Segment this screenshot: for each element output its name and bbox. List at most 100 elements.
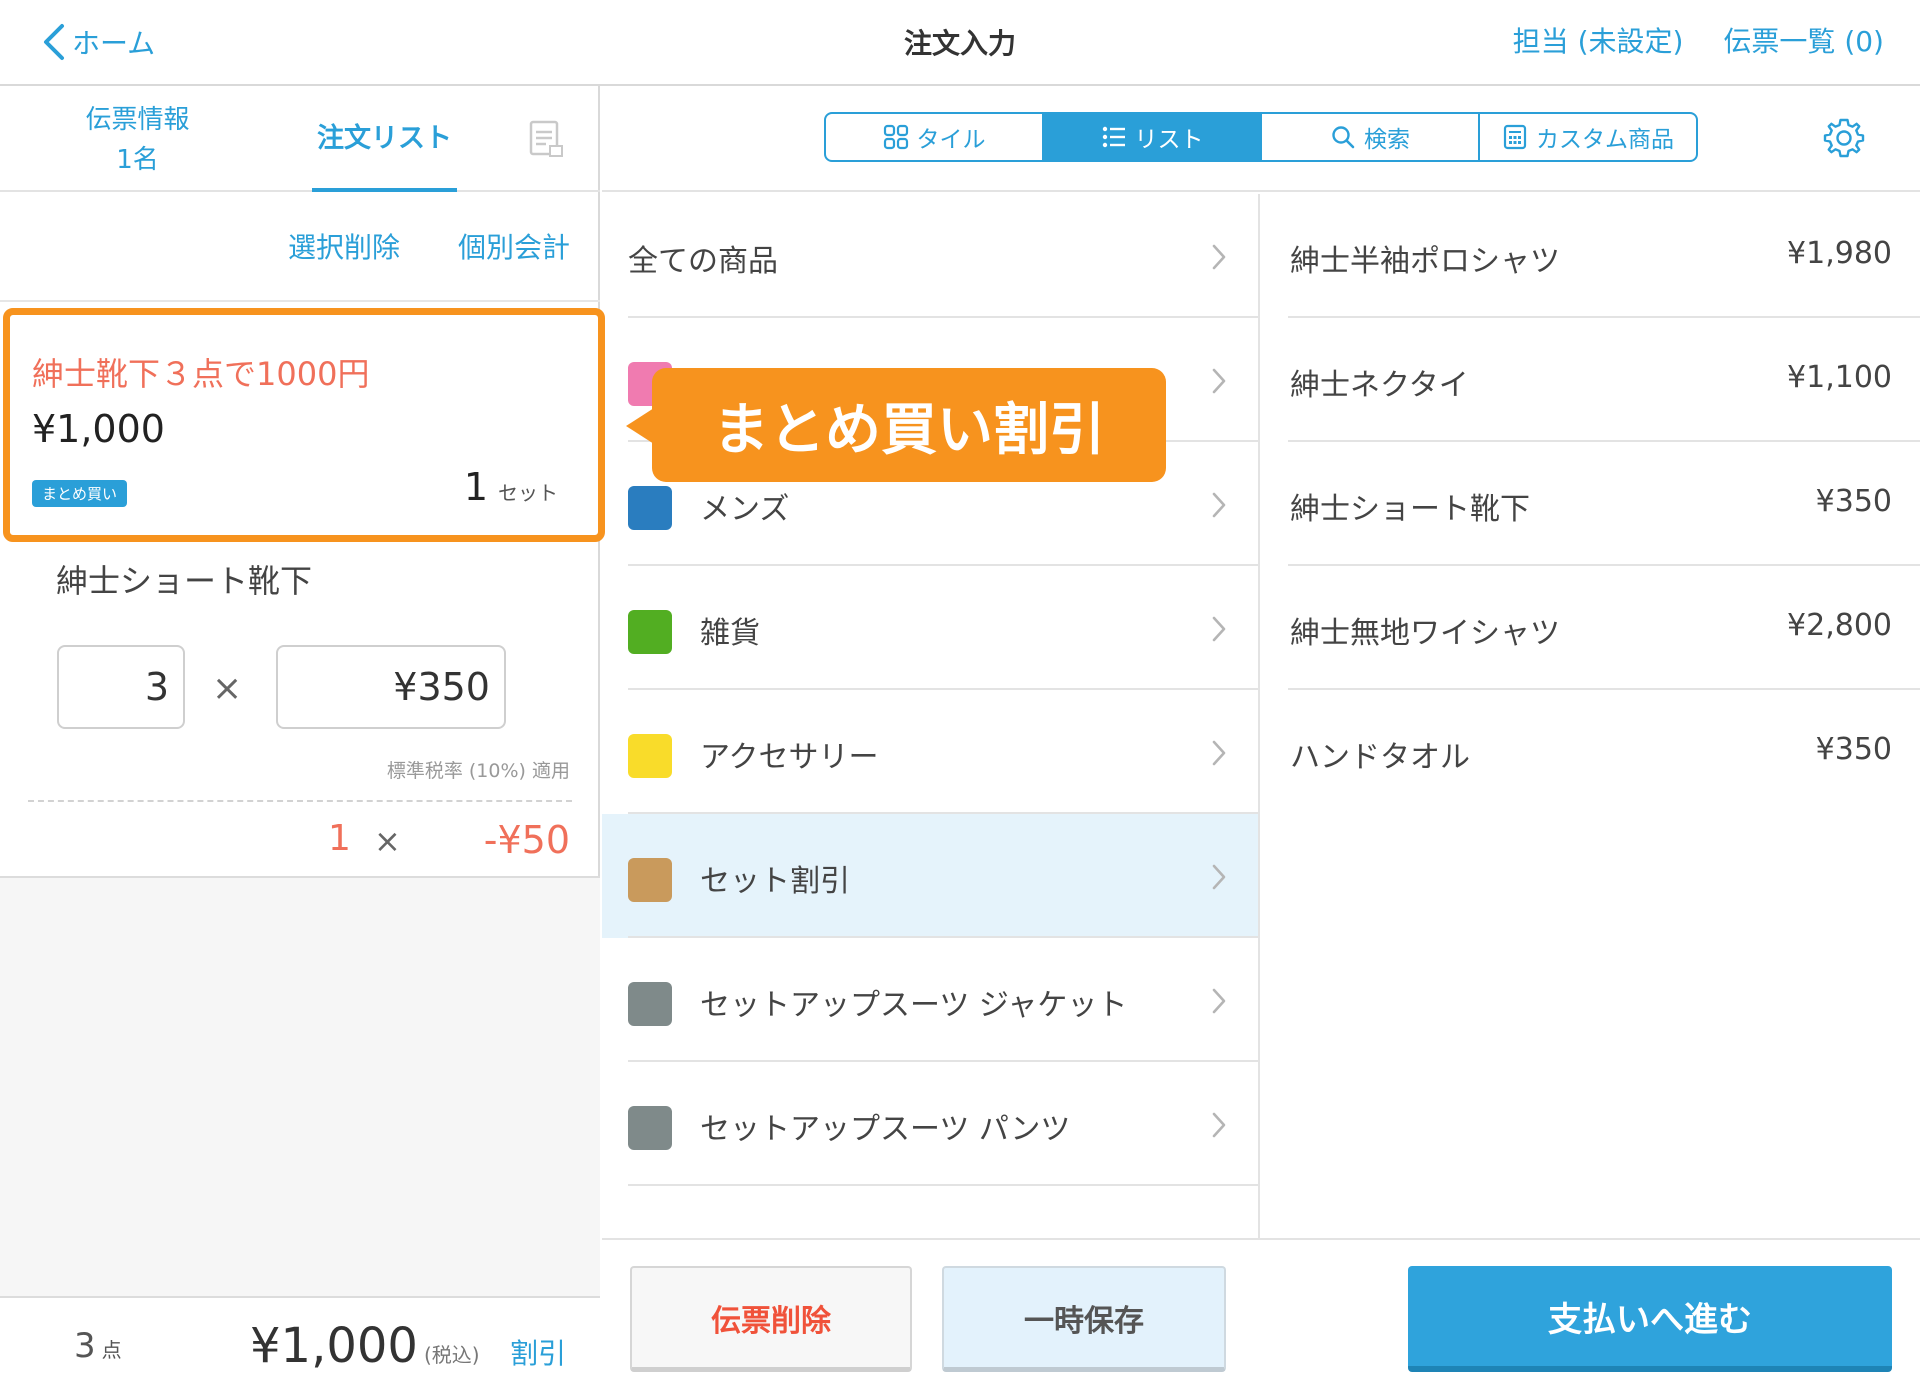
- product-price: ¥2,800: [1787, 608, 1892, 643]
- dashed-divider: [28, 800, 572, 802]
- select-delete-button[interactable]: 選択削除: [288, 226, 400, 266]
- order-total-value: ¥1,000: [250, 1318, 418, 1374]
- product-row[interactable]: 紳士半袖ポロシャツ ¥1,980: [1288, 194, 1920, 318]
- category-label: セット割引: [700, 864, 850, 899]
- order-panel: 伝票情報 1名 注文リスト 選択削除 個別会計 紳士靴下３点で1000円 ¥1,…: [0, 86, 605, 1400]
- item-count: 3点: [74, 1326, 122, 1366]
- bulk-discount-callout: まとめ買い割引: [652, 368, 1166, 482]
- tab-custom-product-label: カスタム商品: [1536, 127, 1674, 153]
- slip-list-button[interactable]: 伝票一覧 (0): [1723, 20, 1884, 60]
- individual-checkout-button[interactable]: 個別会計: [458, 226, 570, 266]
- tax-included-label: (税込): [423, 1343, 480, 1367]
- category-setup-suit-pants[interactable]: セットアップスーツ パンツ: [602, 1062, 1260, 1186]
- tab-custom-product[interactable]: カスタム商品: [1480, 114, 1696, 160]
- category-color-swatch: [628, 610, 672, 654]
- item-count-value: 3: [74, 1326, 96, 1366]
- product-price: ¥350: [1815, 484, 1892, 519]
- product-row[interactable]: 紳士ネクタイ ¥1,100: [1288, 318, 1920, 442]
- active-tab-indicator: [312, 188, 457, 192]
- chevron-right-icon: [1212, 244, 1226, 270]
- discount-line-value: -¥50: [483, 818, 570, 862]
- product-name: 紳士ネクタイ: [1290, 368, 1469, 403]
- chevron-right-icon: [1212, 740, 1226, 766]
- product-row[interactable]: 紳士ショート靴下 ¥350: [1288, 442, 1920, 566]
- divider: [602, 1238, 1920, 1240]
- product-name: ハンドタオル: [1290, 740, 1470, 775]
- delete-slip-button[interactable]: 伝票削除: [630, 1266, 912, 1372]
- tab-tile[interactable]: タイル: [826, 114, 1044, 160]
- grid-icon: [883, 124, 908, 150]
- category-set-discount[interactable]: セット割引: [602, 814, 1260, 938]
- view-toolbar: タイル リスト 検索 カスタム商品: [602, 86, 1920, 192]
- category-all-products[interactable]: 全ての商品: [602, 194, 1260, 318]
- view-mode-selector: タイル リスト 検索 カスタム商品: [824, 112, 1698, 162]
- chevron-right-icon: [1212, 988, 1226, 1014]
- product-row[interactable]: 紳士無地ワイシャツ ¥2,800: [1288, 566, 1920, 690]
- gear-icon[interactable]: [1822, 116, 1866, 160]
- chevron-right-icon: [1212, 1112, 1226, 1138]
- order-summary: 3点 ¥1,000 (税込) 割引: [0, 1298, 600, 1400]
- category-goods[interactable]: 雑貨: [602, 566, 1260, 690]
- product-price: ¥350: [1815, 732, 1892, 767]
- chevron-right-icon: [1212, 616, 1226, 642]
- quantity-field[interactable]: 3: [57, 645, 185, 729]
- category-label: セットアップスーツ パンツ: [700, 1112, 1071, 1147]
- chevron-right-icon: [1212, 368, 1226, 394]
- divider: [628, 1184, 1260, 1186]
- chevron-left-icon: [44, 24, 64, 60]
- column-divider: [1258, 194, 1260, 1238]
- category-accessory[interactable]: アクセサリー: [602, 690, 1260, 814]
- receipt-icon[interactable]: [528, 120, 564, 158]
- order-total: ¥1,000 (税込): [250, 1318, 480, 1374]
- product-name: 紳士半袖ポロシャツ: [1290, 244, 1560, 279]
- discount-button[interactable]: 割引: [510, 1332, 566, 1372]
- category-label: メンズ: [700, 492, 790, 527]
- search-icon: [1332, 126, 1355, 149]
- temp-save-button[interactable]: 一時保存: [942, 1266, 1226, 1372]
- discount-qty-unit: セット: [498, 481, 558, 505]
- calculator-icon: [1503, 124, 1527, 150]
- category-label: 雑貨: [700, 616, 760, 651]
- product-name: 紳士無地ワイシャツ: [1290, 616, 1560, 651]
- discount-qty: 1 セット: [464, 465, 558, 509]
- left-tabs: 伝票情報 1名 注文リスト: [0, 86, 600, 192]
- top-bar: ホーム 注文入力 担当 (未設定) 伝票一覧 (0): [0, 0, 1920, 86]
- discount-line-qty: 1: [328, 818, 351, 859]
- category-color-swatch: [628, 858, 672, 902]
- list-icon: [1102, 126, 1125, 148]
- discount-qty-value: 1: [463, 465, 488, 509]
- multiply-sign: ×: [212, 668, 243, 709]
- tab-search[interactable]: 検索: [1262, 114, 1480, 160]
- product-name: 紳士ショート靴下: [1290, 492, 1530, 527]
- category-label: セットアップスーツ ジャケット: [700, 988, 1128, 1023]
- callout-arrow: [626, 408, 654, 444]
- tab-tile-label: タイル: [916, 127, 986, 153]
- staff-button[interactable]: 担当 (未設定): [1513, 20, 1684, 60]
- category-label: 全ての商品: [628, 244, 778, 279]
- tab-slip-info-count: 1名: [116, 145, 159, 175]
- chevron-right-icon: [1212, 492, 1226, 518]
- back-button[interactable]: ホーム: [40, 18, 155, 66]
- category-setup-suit-jacket[interactable]: セットアップスーツ ジャケット: [602, 938, 1260, 1062]
- proceed-to-payment-button[interactable]: 支払いへ進む: [1408, 1266, 1892, 1372]
- chevron-right-icon: [1212, 864, 1226, 890]
- product-price: ¥1,980: [1787, 236, 1892, 271]
- tab-list[interactable]: リスト: [1044, 114, 1262, 160]
- category-color-swatch: [628, 1106, 672, 1150]
- product-price: ¥1,100: [1787, 360, 1892, 395]
- category-label: アクセサリー: [700, 740, 879, 775]
- discount-price: ¥1,000: [32, 407, 165, 451]
- tab-search-label: 検索: [1364, 127, 1410, 153]
- tab-slip-info[interactable]: 伝票情報 1名: [60, 100, 215, 180]
- back-label: ホーム: [72, 27, 156, 60]
- unit-price-field[interactable]: ¥350: [276, 645, 506, 729]
- category-color-swatch: [628, 982, 672, 1026]
- tab-slip-info-label: 伝票情報: [85, 105, 190, 135]
- divider: [0, 300, 600, 302]
- bulk-discount-item[interactable]: 紳士靴下３点で1000円 ¥1,000 まとめ買い 1 セット: [3, 308, 605, 542]
- product-row[interactable]: ハンドタオル ¥350: [1288, 690, 1920, 814]
- order-item-name: 紳士ショート靴下: [56, 562, 313, 600]
- category-color-swatch: [628, 486, 672, 530]
- tab-order-list[interactable]: 注文リスト: [312, 116, 457, 155]
- bulk-buy-badge: まとめ買い: [32, 480, 128, 507]
